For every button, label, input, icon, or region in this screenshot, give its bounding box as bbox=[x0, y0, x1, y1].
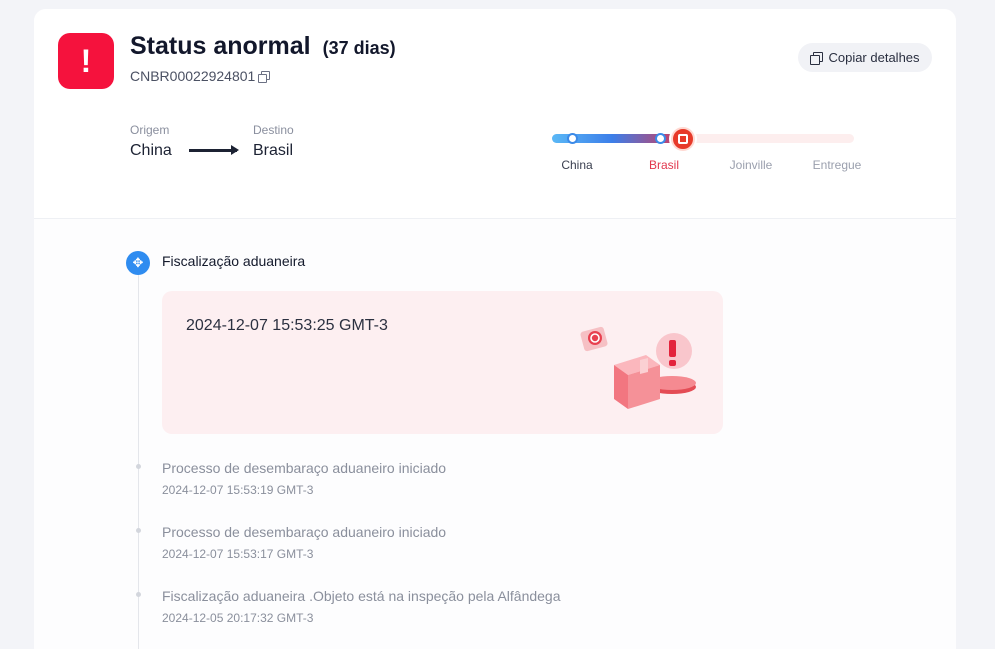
tracking-number-text: CNBR00022924801 bbox=[130, 68, 256, 84]
status-text: Status anormal bbox=[130, 32, 311, 60]
copy-icon bbox=[810, 51, 824, 65]
timeline-event-datetime: 2024-12-07 15:53:17 GMT-3 bbox=[162, 547, 314, 561]
origin-value: China bbox=[130, 142, 172, 159]
timeline-event-datetime: 2024-12-07 15:53:19 GMT-3 bbox=[162, 483, 314, 497]
current-event-datetime: 2024-12-07 15:53:25 GMT-3 bbox=[186, 317, 388, 334]
stage-brasil: Brasil bbox=[648, 158, 679, 172]
progress-dot-china bbox=[567, 133, 578, 144]
progress-dot-brasil bbox=[655, 133, 666, 144]
status-header: ! Status anormal (37 dias) CNBR0002292480… bbox=[34, 9, 956, 219]
destination-value: Brasil bbox=[253, 142, 294, 159]
current-location-icon bbox=[671, 127, 695, 151]
timeline-event-description: Processo de desembaraço aduaneiro inicia… bbox=[162, 524, 447, 540]
copy-details-label: Copiar detalhes bbox=[828, 50, 920, 65]
timeline-dot bbox=[136, 592, 141, 597]
timeline-section bbox=[34, 219, 956, 649]
status-days: (37 dias) bbox=[322, 38, 396, 58]
stage-joinville: Joinville bbox=[729, 158, 773, 172]
timeline-dot bbox=[136, 464, 141, 469]
destination-label: Destino bbox=[253, 123, 294, 137]
tracking-number: CNBR00022924801 bbox=[130, 68, 271, 84]
timeline-event-description: Processo de desembaraço aduaneiro inicia… bbox=[162, 460, 447, 476]
stage-china: China bbox=[561, 158, 593, 172]
alert-icon: ! bbox=[58, 33, 114, 89]
copy-details-button[interactable]: Copiar detalhes bbox=[798, 43, 932, 72]
timeline-event-datetime: 2024-12-05 20:17:32 GMT-3 bbox=[162, 611, 314, 625]
current-event-card: 2024-12-07 15:53:25 GMT-3 bbox=[162, 291, 723, 434]
timeline-dot bbox=[136, 528, 141, 533]
copy-tracking-icon[interactable] bbox=[258, 70, 271, 83]
package-alert-illustration bbox=[580, 326, 696, 409]
arrow-right-icon bbox=[189, 145, 239, 155]
current-event-title: Fiscalização aduaneira bbox=[162, 253, 306, 269]
timeline-event-description: Fiscalização aduaneira .Objeto está na i… bbox=[162, 588, 561, 604]
status-title: Status anormal (37 dias) bbox=[130, 32, 396, 61]
customs-icon: ✥ bbox=[126, 251, 150, 275]
tracking-card: ! Status anormal (37 dias) CNBR0002292480… bbox=[34, 9, 956, 649]
origin-label: Origem bbox=[130, 123, 170, 137]
stage-entregue: Entregue bbox=[812, 158, 862, 172]
